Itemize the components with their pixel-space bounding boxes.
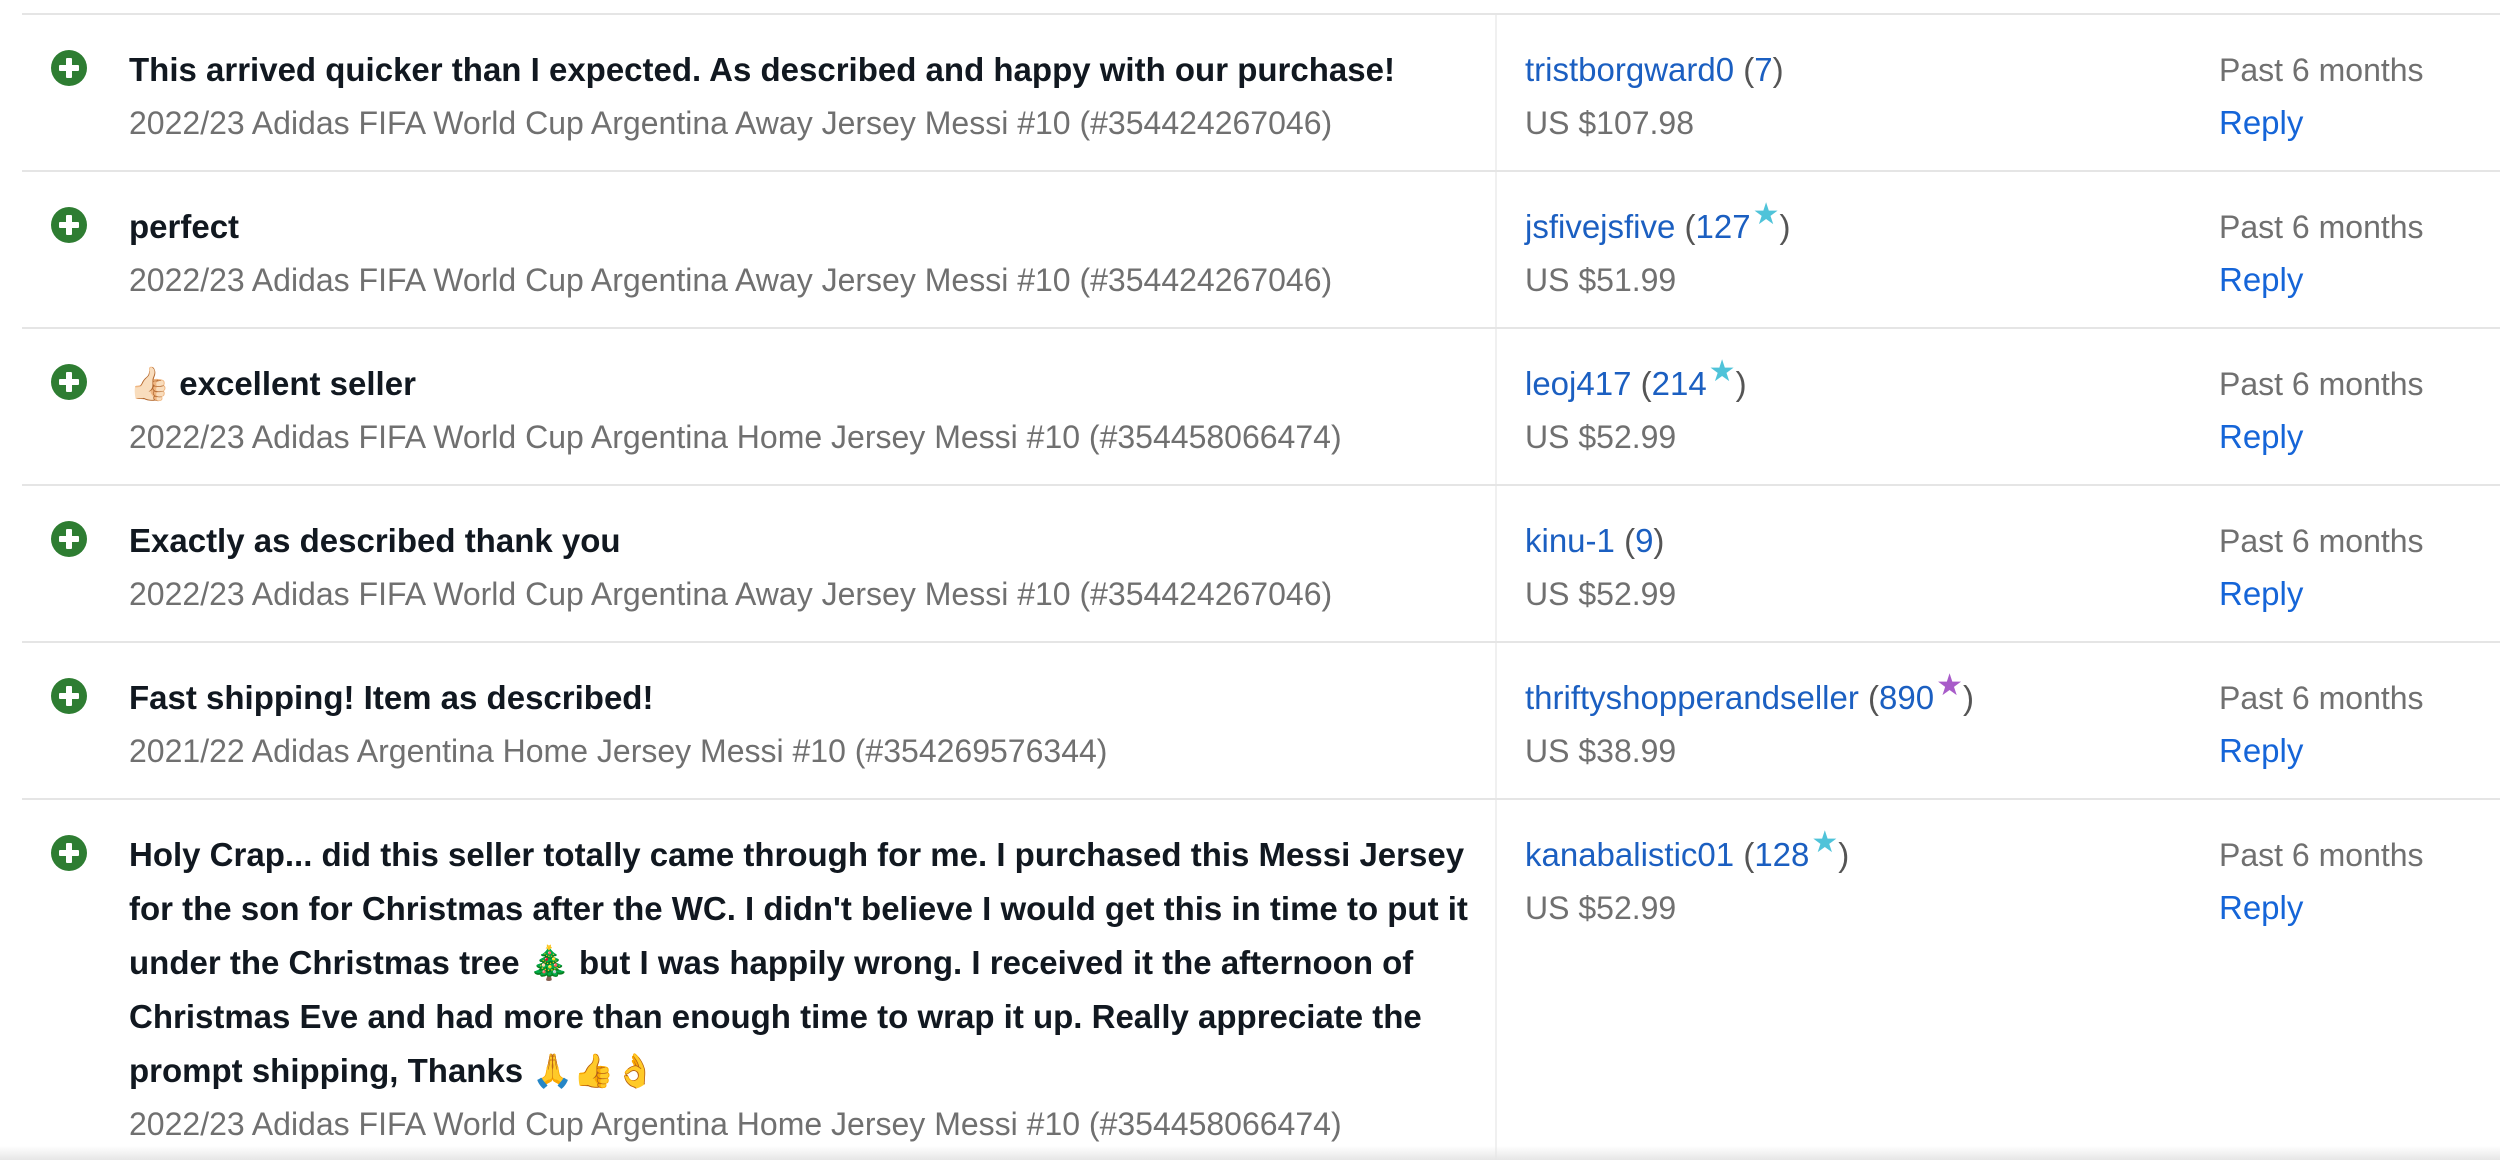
buyer-username-link[interactable]: kanabalistic01 bbox=[1525, 836, 1734, 873]
score-close-paren: ) bbox=[1838, 836, 1850, 873]
score-open-paren: ( bbox=[1684, 208, 1696, 245]
feedback-row: Exactly as described thank you 2022/23 A… bbox=[22, 486, 2500, 643]
feedback-time: Past 6 months bbox=[2219, 837, 2424, 873]
score-close-paren: ) bbox=[1772, 51, 1784, 88]
feedback-score-link[interactable]: 9 bbox=[1635, 522, 1653, 559]
star-icon: ★ bbox=[1752, 198, 1780, 231]
feedback-table: This arrived quicker than I expected. As… bbox=[22, 15, 2500, 1160]
buyer-username-link[interactable]: thriftyshopperandseller bbox=[1525, 679, 1859, 716]
reply-link[interactable]: Reply bbox=[2219, 417, 2499, 457]
score-open-paren: ( bbox=[1624, 522, 1636, 559]
positive-rating-icon bbox=[50, 206, 88, 244]
positive-rating-icon bbox=[50, 363, 88, 401]
score-close-paren: ) bbox=[1963, 679, 1974, 716]
feedback-row: perfect 2022/23 Adidas FIFA World Cup Ar… bbox=[22, 172, 2500, 329]
score-open-paren: ( bbox=[1640, 365, 1652, 402]
feedback-comment: Exactly as described thank you bbox=[129, 522, 621, 559]
item-title: 2022/23 Adidas FIFA World Cup Argentina … bbox=[129, 262, 1333, 298]
item-title: 2021/22 Adidas Argentina Home Jersey Mes… bbox=[129, 733, 1108, 769]
feedback-score-link[interactable]: 127 bbox=[1696, 208, 1751, 245]
score-open-paren: ( bbox=[1743, 51, 1755, 88]
star-icon: ★ bbox=[1811, 826, 1839, 859]
item-title: 2022/23 Adidas FIFA World Cup Argentina … bbox=[129, 576, 1333, 612]
feedback-time: Past 6 months bbox=[2219, 52, 2424, 88]
feedback-score-link[interactable]: 7 bbox=[1754, 51, 1772, 88]
reply-link[interactable]: Reply bbox=[2219, 888, 2499, 928]
item-price: US $52.99 bbox=[1525, 576, 1677, 612]
reply-link[interactable]: Reply bbox=[2219, 574, 2499, 614]
positive-rating-icon bbox=[50, 520, 88, 558]
feedback-comment: Fast shipping! Item as described! bbox=[129, 679, 654, 716]
item-price: US $107.98 bbox=[1525, 105, 1695, 141]
item-price: US $51.99 bbox=[1525, 262, 1677, 298]
item-title: 2022/23 Adidas FIFA World Cup Argentina … bbox=[129, 105, 1333, 141]
feedback-comment: This arrived quicker than I expected. As… bbox=[129, 51, 1395, 88]
feedback-score-link[interactable]: 214 bbox=[1652, 365, 1707, 402]
feedback-comment: perfect bbox=[129, 208, 240, 245]
reply-link[interactable]: Reply bbox=[2219, 103, 2499, 143]
reply-link[interactable]: Reply bbox=[2219, 260, 2499, 300]
buyer-username-link[interactable]: tristborgward0 bbox=[1525, 51, 1734, 88]
positive-rating-icon bbox=[50, 49, 88, 87]
item-price: US $52.99 bbox=[1525, 890, 1677, 926]
item-price: US $52.99 bbox=[1525, 419, 1677, 455]
feedback-score-link[interactable]: 890 bbox=[1879, 679, 1934, 716]
item-title: 2022/23 Adidas FIFA World Cup Argentina … bbox=[129, 419, 1342, 455]
feedback-comment: 👍🏻 excellent seller bbox=[129, 365, 416, 402]
scroll-edge-shadow bbox=[0, 1146, 2500, 1160]
item-title: 2022/23 Adidas FIFA World Cup Argentina … bbox=[129, 1106, 1342, 1142]
buyer-username-link[interactable]: leoj417 bbox=[1525, 365, 1631, 402]
item-price: US $38.99 bbox=[1525, 733, 1677, 769]
positive-rating-icon bbox=[50, 677, 88, 715]
score-close-paren: ) bbox=[1735, 365, 1747, 402]
feedback-score-link[interactable]: 128 bbox=[1754, 836, 1809, 873]
reply-link[interactable]: Reply bbox=[2219, 731, 2499, 771]
feedback-row: 👍🏻 excellent seller 2022/23 Adidas FIFA … bbox=[22, 329, 2500, 486]
score-close-paren: ) bbox=[1653, 522, 1665, 559]
feedback-comment: Holy Crap... did this seller totally cam… bbox=[129, 836, 1468, 1089]
positive-rating-icon bbox=[50, 834, 88, 872]
feedback-time: Past 6 months bbox=[2219, 680, 2424, 716]
score-open-paren: ( bbox=[1868, 679, 1880, 716]
feedback-row: Holy Crap... did this seller totally cam… bbox=[22, 800, 2500, 1160]
feedback-time: Past 6 months bbox=[2219, 209, 2424, 245]
feedback-time: Past 6 months bbox=[2219, 366, 2424, 402]
score-open-paren: ( bbox=[1743, 836, 1755, 873]
star-icon: ★ bbox=[1936, 669, 1963, 702]
buyer-username-link[interactable]: jsfivejsfive bbox=[1525, 208, 1675, 245]
star-icon: ★ bbox=[1708, 355, 1736, 388]
feedback-row: This arrived quicker than I expected. As… bbox=[22, 15, 2500, 172]
feedback-time: Past 6 months bbox=[2219, 523, 2424, 559]
buyer-username-link[interactable]: kinu-1 bbox=[1525, 522, 1615, 559]
feedback-row: Fast shipping! Item as described! 2021/2… bbox=[22, 643, 2500, 800]
score-close-paren: ) bbox=[1779, 208, 1791, 245]
